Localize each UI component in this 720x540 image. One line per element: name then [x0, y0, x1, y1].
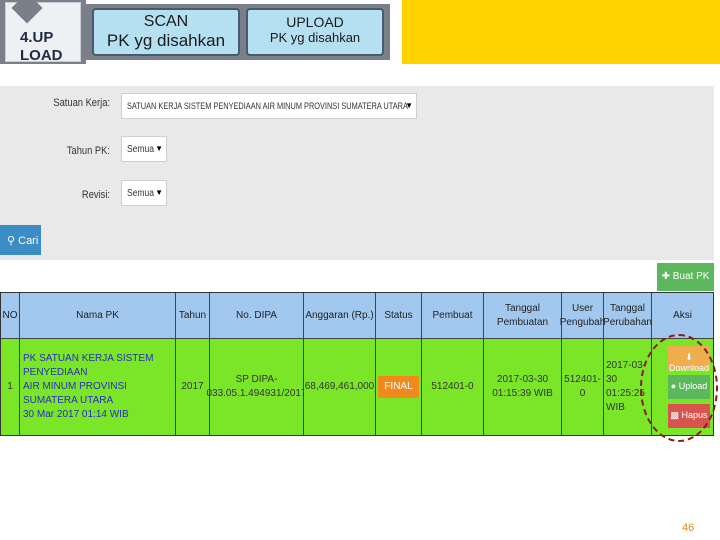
- col-header-pembuat: Pembuat: [422, 293, 484, 339]
- row-nama-line2: AIR MINUM PROVINSI SUMATERA UTARA: [23, 381, 127, 406]
- satuan-kerja-label: Satuan Kerja:: [53, 97, 110, 109]
- scan-label: SCAN: [143, 13, 189, 30]
- row-user: 512401-0: [562, 339, 604, 435]
- plus-icon: ✚: [661, 271, 670, 282]
- upload-pk-button[interactable]: UPLOAD PK yg disahkan: [246, 8, 384, 56]
- upload-sublabel: PK yg disahkan: [269, 30, 361, 45]
- col-header-no: NO: [1, 293, 20, 339]
- revisi-label: Revisi:: [81, 189, 110, 201]
- row-tgl-ubah-1: 2017-03-: [606, 360, 647, 371]
- scan-pk-button[interactable]: SCAN PK yg disahkan: [92, 8, 240, 56]
- col-header-tgl-ubah-1: Tanggal: [609, 302, 646, 314]
- row-dipa-1: SP DIPA-: [235, 374, 278, 385]
- col-header-dipa: No. DIPA: [210, 293, 304, 339]
- step-label: 4.UP LOAD: [20, 29, 63, 64]
- satuan-kerja-value: SATUAN KERJA SISTEM PENYEDIAAN AIR MINUM…: [127, 101, 408, 111]
- col-header-tahun: Tahun: [176, 293, 210, 339]
- row-tgl-ubah-4: WIB: [606, 402, 625, 413]
- row-anggaran: 68,469,461,000: [304, 339, 376, 435]
- row-nama-line3: 30 Mar 2017 01:14 WIB: [23, 409, 129, 420]
- buat-pk-label: Buat PK: [672, 271, 710, 282]
- tahun-pk-value: Semua: [127, 144, 154, 155]
- col-header-tgl-ubah: Tanggal Perubahan: [603, 293, 652, 339]
- scan-sublabel: PK yg disahkan: [106, 31, 226, 50]
- step-badge: 4.UP LOAD: [0, 0, 86, 64]
- step-badge-panel: 4.UP LOAD: [5, 0, 81, 64]
- row-dipa: SP DIPA- 033.05.1.494931/2017: [206, 339, 307, 435]
- row-nama-pk-text: PK SATUAN KERJA SISTEM PENYEDIAAN AIR MI…: [23, 352, 175, 422]
- chevron-icon: [11, 0, 43, 24]
- row-status: FINAL: [376, 339, 422, 435]
- tahun-pk-select[interactable]: Semua ▼: [121, 136, 167, 162]
- col-header-tgl-buat-1: Tanggal: [504, 302, 541, 314]
- row-dipa-2: 033.05.1.494931/2017: [206, 388, 307, 399]
- col-header-user: User Pengubah: [559, 293, 606, 339]
- col-header-status: Status: [376, 293, 422, 339]
- col-header-user-2: Pengubah: [559, 316, 606, 328]
- search-button[interactable]: ⚲ Cari: [0, 225, 41, 255]
- col-header-tgl-buat: Tanggal Pembuatan: [484, 293, 562, 339]
- row-no: 1: [1, 339, 20, 435]
- row-tahun: 2017: [176, 339, 210, 435]
- dropdown-arrow-icon: ▼: [155, 144, 163, 153]
- revisi-value: Semua: [127, 188, 154, 199]
- col-header-anggaran: Anggaran (Rp.): [304, 293, 376, 339]
- dropdown-arrow-icon: ▼: [155, 188, 163, 197]
- dropdown-arrow-icon: ▼: [405, 101, 413, 110]
- col-header-aksi: Aksi: [652, 293, 713, 339]
- col-header-tgl-ubah-2: Perubahan: [603, 316, 652, 328]
- buat-pk-button[interactable]: ✚ Buat PK: [657, 263, 714, 291]
- revisi-select[interactable]: Semua ▼: [121, 180, 167, 206]
- highlight-ring: [640, 334, 718, 442]
- row-tgl-buat-2: 01:15:39 WIB: [492, 388, 553, 399]
- row-nama-pk[interactable]: PK SATUAN KERJA SISTEM PENYEDIAAN AIR MI…: [20, 339, 176, 435]
- col-header-user-1: User: [571, 302, 594, 314]
- status-badge: FINAL: [378, 376, 419, 398]
- col-header-tgl-buat-2: Pembuatan: [496, 316, 549, 328]
- row-tgl-buat: 2017-03-30 01:15:39 WIB: [484, 339, 562, 435]
- row-tgl-buat-1: 2017-03-30: [496, 374, 549, 385]
- row-nama-line1: PK SATUAN KERJA SISTEM PENYEDIAAN: [23, 353, 154, 378]
- yellow-banner: [402, 0, 720, 64]
- row-pembuat: 512401-0: [422, 339, 484, 435]
- tahun-pk-label: Tahun PK:: [66, 145, 110, 157]
- search-label: Cari: [18, 235, 39, 247]
- search-icon: ⚲: [7, 235, 16, 247]
- row-tgl-ubah-2: 30: [606, 374, 618, 385]
- pk-table: NO Nama PK Tahun No. DIPA Anggaran (Rp.)…: [0, 292, 714, 436]
- satuan-kerja-select[interactable]: SATUAN KERJA SISTEM PENYEDIAAN AIR MINUM…: [121, 93, 417, 119]
- col-header-nama: Nama PK: [20, 293, 176, 339]
- page-number: 46: [682, 522, 695, 534]
- upload-label: UPLOAD: [286, 14, 344, 30]
